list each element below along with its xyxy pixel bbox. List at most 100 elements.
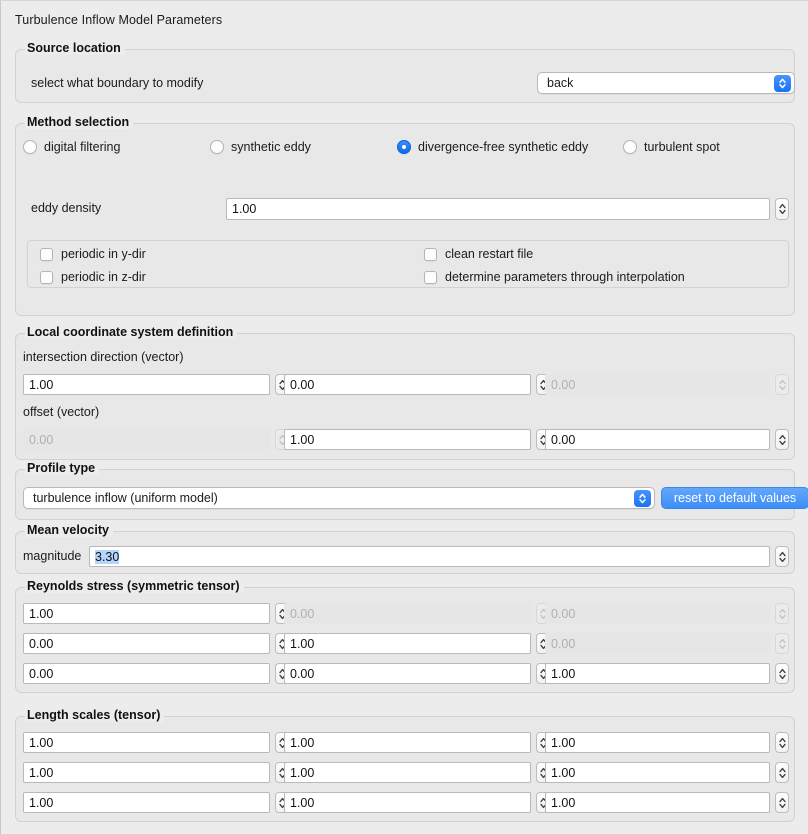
length-scales-stepper-1-2[interactable]: [775, 762, 789, 783]
reynolds-stress-field-2-1[interactable]: 0.00: [284, 663, 531, 684]
length-scales-cell-0-0[interactable]: 1.00: [23, 732, 289, 753]
checkbox-determine-parameters-interpolation[interactable]: determine parameters through interpolati…: [424, 270, 685, 284]
length-scales-field-1-1[interactable]: 1.00: [284, 762, 531, 783]
offset-z-value: 0.00: [551, 432, 576, 447]
length-scales-stepper-2-2[interactable]: [775, 792, 789, 813]
offset-y-field[interactable]: 1.00: [284, 429, 531, 450]
group-mean-velocity-legend: Mean velocity: [25, 523, 113, 537]
eddy-density-input[interactable]: 1.00: [226, 198, 789, 220]
length-scales-field-1-0[interactable]: 1.00: [23, 762, 270, 783]
intersection-direction-x-value: 1.00: [29, 377, 54, 392]
group-mean-velocity: Mean velocity magnitude 3.30: [15, 523, 795, 574]
intersection-direction-y-field[interactable]: 0.00: [284, 374, 531, 395]
radio-indicator: [210, 140, 224, 154]
length-scales-cell-2-2[interactable]: 1.00: [545, 792, 789, 813]
checkbox-indicator: [424, 270, 437, 284]
magnitude-input[interactable]: 3.30: [89, 546, 789, 567]
radio-label: divergence-free synthetic eddy: [418, 140, 589, 154]
radio-indicator: [23, 140, 37, 154]
group-source-location-legend: Source location: [25, 41, 125, 55]
offset-z[interactable]: 0.00: [545, 429, 789, 450]
reynolds-stress-cell-0-0[interactable]: 1.00: [23, 603, 289, 624]
length-scales-cell-1-2[interactable]: 1.00: [545, 762, 789, 783]
reynolds-stress-cell-1-0[interactable]: 0.00: [23, 633, 289, 654]
reynolds-stress-field-0-0[interactable]: 1.00: [23, 603, 270, 624]
reynolds-stress-cell-1-1[interactable]: 1.00: [284, 633, 550, 654]
length-scales-stepper-0-2[interactable]: [775, 732, 789, 753]
intersection-direction-x[interactable]: 1.00: [23, 374, 289, 395]
reynolds-stress-field-1-1[interactable]: 1.00: [284, 633, 531, 654]
length-scales-cell-1-1[interactable]: 1.00: [284, 762, 550, 783]
radio-label: turbulent spot: [644, 140, 720, 154]
eddy-density-stepper[interactable]: [775, 198, 789, 220]
group-profile-type: Profile type turbulence inflow (uniform …: [15, 461, 808, 520]
radio-synthetic-eddy[interactable]: synthetic eddy: [210, 140, 311, 154]
reynolds-stress-value-1-0: 0.00: [29, 636, 54, 651]
magnitude-field[interactable]: 3.30: [89, 546, 770, 567]
checkbox-periodic-y-dir[interactable]: periodic in y-dir: [40, 247, 146, 261]
reynolds-stress-field-0-1: 0.00: [284, 603, 531, 624]
length-scales-field-1-2[interactable]: 1.00: [545, 762, 770, 783]
intersection-direction-y[interactable]: 0.00: [284, 374, 550, 395]
reynolds-stress-field-1-0[interactable]: 0.00: [23, 633, 270, 654]
radio-divergence-free-synthetic-eddy[interactable]: divergence-free synthetic eddy: [397, 140, 588, 154]
magnitude-stepper[interactable]: [775, 546, 789, 567]
length-scales-cell-0-2[interactable]: 1.00: [545, 732, 789, 753]
reynolds-stress-stepper-2-2[interactable]: [775, 663, 789, 684]
reynolds-stress-cell-2-2[interactable]: 1.00: [545, 663, 789, 684]
length-scales-value-1-1: 1.00: [290, 765, 315, 780]
offset-z-stepper[interactable]: [775, 429, 789, 450]
length-scales-cell-2-0[interactable]: 1.00: [23, 792, 289, 813]
eddy-density-label: eddy density: [31, 201, 102, 215]
boundary-select[interactable]: back: [537, 72, 795, 94]
length-scales-field-0-2[interactable]: 1.00: [545, 732, 770, 753]
eddy-density-value: 1.00: [232, 202, 257, 216]
eddy-density-field[interactable]: 1.00: [226, 198, 770, 220]
length-scales-field-2-1[interactable]: 1.00: [284, 792, 531, 813]
intersection-direction-z-field: 0.00: [545, 374, 770, 395]
chevron-up-down-icon: [774, 75, 791, 92]
reynolds-stress-field-2-0[interactable]: 0.00: [23, 663, 270, 684]
offset-z-field[interactable]: 0.00: [545, 429, 770, 450]
reset-to-default-values-button[interactable]: reset to default values: [661, 487, 808, 509]
magnitude-label: magnitude: [23, 549, 82, 563]
reynolds-stress-cell-0-2: 0.00: [545, 603, 789, 624]
length-scales-cell-0-1[interactable]: 1.00: [284, 732, 550, 753]
reynolds-stress-stepper-1-2: [775, 633, 789, 654]
length-scales-cell-2-1[interactable]: 1.00: [284, 792, 550, 813]
reynolds-stress-value-2-2: 1.00: [551, 666, 576, 681]
group-reynolds-stress: Reynolds stress (symmetric tensor) 1.00 …: [15, 579, 795, 693]
intersection-direction-x-field[interactable]: 1.00: [23, 374, 270, 395]
intersection-direction-y-value: 0.00: [290, 377, 315, 392]
reynolds-stress-field-1-2: 0.00: [545, 633, 770, 654]
intersection-direction-label: intersection direction (vector): [23, 350, 184, 364]
profile-type-select[interactable]: turbulence inflow (uniform model): [23, 487, 655, 509]
checkbox-periodic-z-dir[interactable]: periodic in z-dir: [40, 270, 146, 284]
checkbox-indicator: [40, 270, 53, 284]
reynolds-stress-value-1-2: 0.00: [551, 636, 576, 651]
radio-digital-filtering[interactable]: digital filtering: [23, 140, 120, 154]
length-scales-cell-1-0[interactable]: 1.00: [23, 762, 289, 783]
reynolds-stress-stepper-0-2: [775, 603, 789, 624]
offset-x-field: 0.00: [23, 429, 270, 450]
group-reynolds-stress-legend: Reynolds stress (symmetric tensor): [25, 579, 244, 593]
group-length-scales-legend: Length scales (tensor): [25, 708, 165, 722]
offset-y[interactable]: 1.00: [284, 429, 550, 450]
length-scales-field-0-0[interactable]: 1.00: [23, 732, 270, 753]
offset-x-value: 0.00: [29, 432, 54, 447]
checkbox-label: determine parameters through interpolati…: [445, 270, 685, 284]
length-scales-field-0-1[interactable]: 1.00: [284, 732, 531, 753]
length-scales-field-2-2[interactable]: 1.00: [545, 792, 770, 813]
length-scales-value-2-2: 1.00: [551, 795, 576, 810]
reynolds-stress-field-2-2[interactable]: 1.00: [545, 663, 770, 684]
reynolds-stress-cell-2-0[interactable]: 0.00: [23, 663, 289, 684]
profile-type-value: turbulence inflow (uniform model): [33, 491, 218, 505]
radio-turbulent-spot[interactable]: turbulent spot: [623, 140, 720, 154]
checkbox-clean-restart-file[interactable]: clean restart file: [424, 247, 533, 261]
reynolds-stress-cell-2-1[interactable]: 0.00: [284, 663, 550, 684]
checkbox-indicator: [424, 247, 437, 261]
group-method-selection-legend: Method selection: [25, 115, 134, 129]
radio-indicator: [397, 140, 411, 154]
boundary-label: select what boundary to modify: [31, 76, 204, 90]
length-scales-field-2-0[interactable]: 1.00: [23, 792, 270, 813]
